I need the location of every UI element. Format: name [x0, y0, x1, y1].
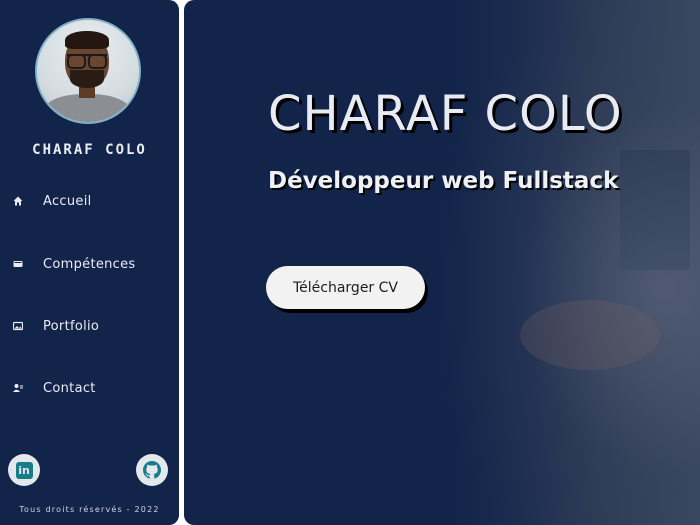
background-monitor: [620, 150, 690, 270]
nav-item-contact[interactable]: Contact: [13, 378, 96, 398]
hero-section: CHARAF COLO Développeur web Fullstack Té…: [184, 0, 700, 525]
nav-item-portfolio[interactable]: Portfolio: [12, 316, 100, 336]
download-cv-button[interactable]: Télécharger CV: [266, 266, 425, 309]
profile-avatar: [35, 18, 141, 124]
image-icon: [12, 321, 24, 331]
linkedin-icon: in: [15, 461, 33, 479]
nav-label: Compétences: [43, 256, 136, 272]
home-icon: [13, 196, 23, 206]
nav-label: Contact: [43, 380, 96, 396]
hero-subtitle: Développeur web Fullstack: [268, 168, 619, 194]
hero-title: CHARAF COLO: [268, 86, 623, 142]
nav-item-accueil[interactable]: Accueil: [13, 191, 92, 211]
background-hand: [520, 300, 660, 370]
nav-item-competences[interactable]: Compétences: [13, 254, 136, 274]
sidebar-name: CHARAF COLO: [32, 142, 147, 158]
nav-label: Accueil: [43, 193, 92, 209]
footer-copyright: Tous droits réservés - 2022: [19, 505, 160, 514]
contact-icon: [13, 383, 23, 393]
github-button[interactable]: [136, 454, 168, 486]
linkedin-button[interactable]: in: [8, 454, 40, 486]
sidebar: CHARAF COLO Accueil Compétences Portfoli…: [0, 0, 179, 525]
github-icon: [143, 461, 161, 479]
nav-label: Portfolio: [43, 318, 100, 334]
skills-icon: [13, 259, 23, 269]
